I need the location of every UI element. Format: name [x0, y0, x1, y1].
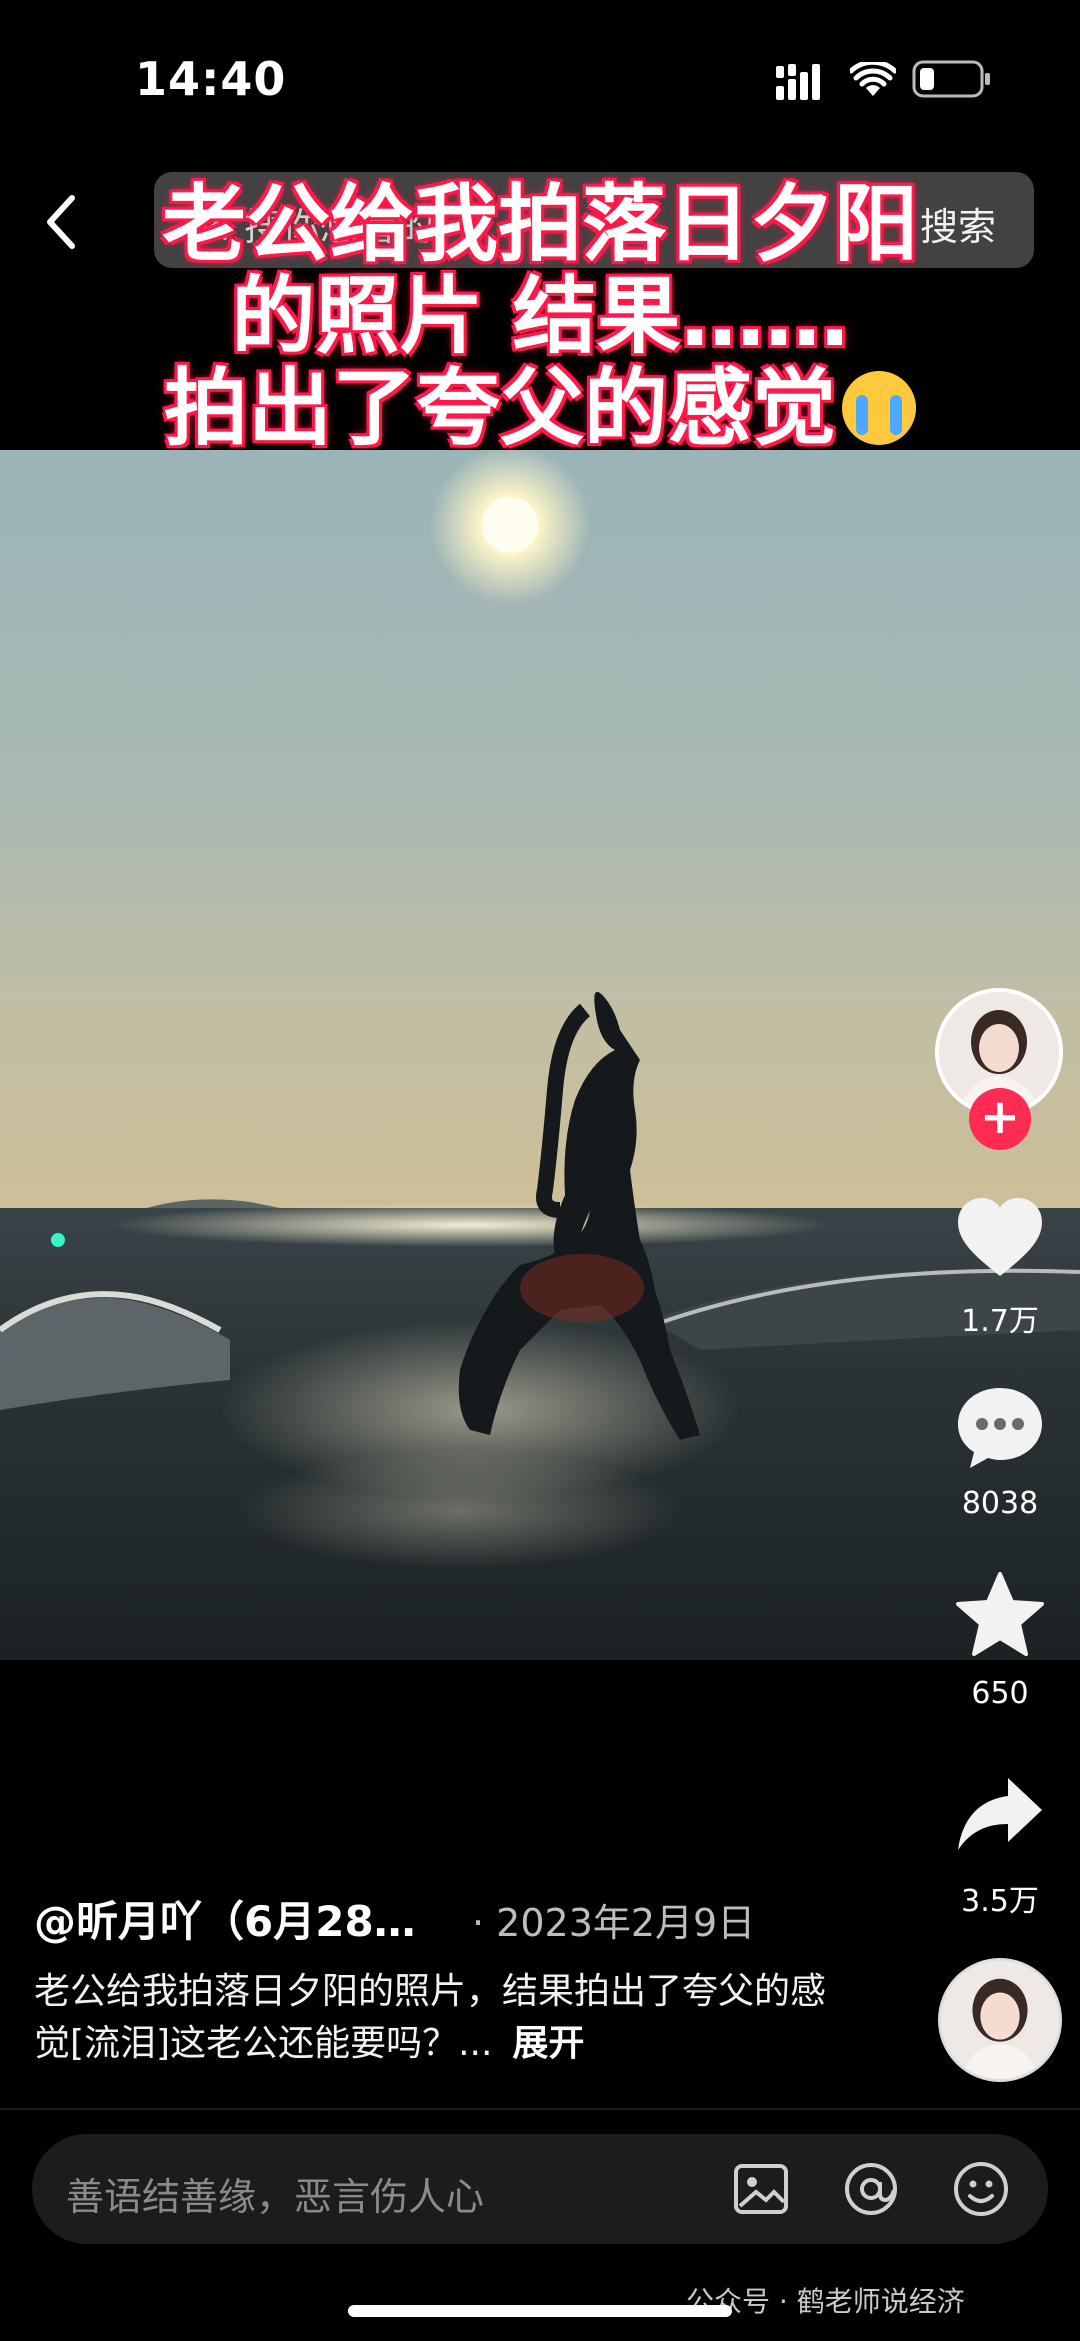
caption-line-2: 的照片 结果…… — [231, 267, 849, 365]
heart-icon[interactable] — [952, 1190, 1048, 1286]
comment-count: 8038 — [961, 1486, 1039, 1521]
expand-button[interactable]: 展开 — [512, 2023, 584, 2064]
battery-icon — [912, 60, 990, 98]
author-name[interactable]: @昕月吖（6月28… — [34, 1888, 416, 1949]
at-icon[interactable] — [842, 2160, 900, 2218]
video-frame[interactable] — [0, 450, 1080, 1660]
caption-line-1: 老公给我拍落日夕阳 — [161, 175, 918, 273]
comment-placeholder[interactable]: 善语结善缘，恶言伤人心 — [66, 2166, 484, 2221]
cellular-signal-icon — [776, 64, 820, 100]
video-caption-overlay: 老公给我拍落日夕阳 的照片 结果…… 拍出了夸父的感觉 — [0, 178, 1080, 454]
share-icon[interactable] — [952, 1766, 1048, 1862]
favorite-count: 650 — [971, 1676, 1029, 1711]
star-icon[interactable] — [952, 1568, 1048, 1664]
wifi-icon — [850, 62, 896, 96]
caption-line-3: 拍出了夸父的感觉 — [163, 359, 836, 457]
description-text: 老公给我拍落日夕阳的照片，结果拍出了夸父的感觉[流泪]这老公还能要吗？... — [34, 1971, 827, 2064]
image-icon[interactable] — [732, 2160, 790, 2218]
comment-icon[interactable] — [952, 1380, 1048, 1476]
crying-face-icon — [842, 371, 916, 445]
like-count: 1.7万 — [961, 1304, 1039, 1339]
music-avatar[interactable] — [938, 1958, 1062, 2082]
follow-button[interactable]: + — [969, 1088, 1031, 1150]
share-count: 3.5万 — [961, 1884, 1039, 1919]
status-time: 14:40 — [135, 52, 287, 106]
post-date: · 2023年2月9日 — [472, 1901, 756, 1945]
divider — [0, 2108, 1080, 2110]
emoji-icon[interactable] — [952, 2160, 1010, 2218]
home-indicator[interactable] — [348, 2305, 732, 2317]
caption-line-3-wrap: 拍出了夸父的感觉 — [0, 362, 1080, 454]
post-description[interactable]: 老公给我拍落日夕阳的照片，结果拍出了夸父的感觉[流泪]这老公还能要吗？... 展开 — [34, 1966, 854, 2070]
